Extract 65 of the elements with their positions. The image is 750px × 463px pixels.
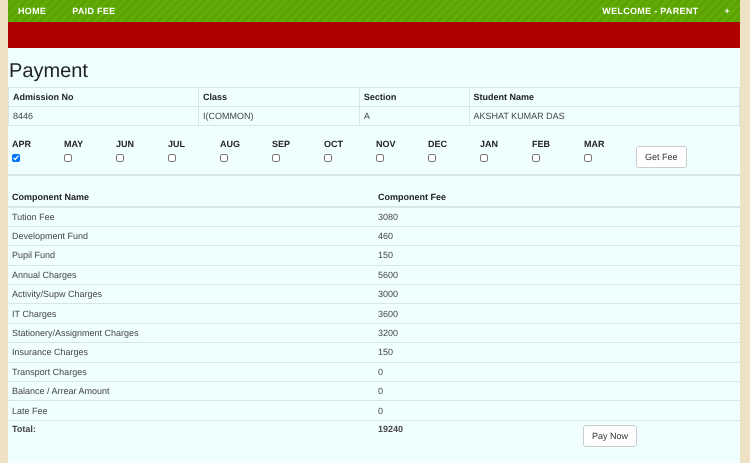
month-checkbox[interactable] — [220, 154, 228, 162]
total-amount: 19240 — [374, 420, 579, 450]
month-checkbox[interactable] — [532, 154, 540, 162]
table-cell: 0 — [374, 400, 579, 420]
month-label: FEB — [532, 139, 551, 149]
month-label: JUN — [116, 139, 136, 149]
table-cell: 460 — [374, 226, 579, 246]
month-checkbox[interactable] — [168, 154, 176, 162]
column-header: Component Name — [8, 188, 374, 207]
table-cell: 3200 — [374, 323, 579, 343]
month-checkbox[interactable] — [376, 154, 384, 162]
table-cell: 150 — [374, 342, 579, 362]
table-cell: 5600 — [374, 265, 579, 285]
table-cell: Balance / Arrear Amount — [8, 382, 374, 401]
table-cell: Annual Charges — [8, 265, 374, 285]
table-cell: 150 — [374, 246, 579, 266]
get-fee-button[interactable]: Get Fee — [636, 146, 687, 168]
pay-now-button[interactable]: Pay Now — [582, 424, 637, 447]
month-label: AUG — [220, 139, 241, 149]
table-cell: 3080 — [374, 207, 579, 226]
welcome-link[interactable]: WELCOME - PARENT — [602, 6, 698, 16]
table-cell: Late Fee — [8, 400, 374, 420]
month-label: SEP — [272, 139, 292, 149]
month-label: APR — [12, 139, 32, 149]
column-header: Class — [198, 88, 360, 106]
table-cell: Tution Fee — [8, 207, 374, 226]
table-cell: 3600 — [374, 304, 579, 324]
column-header: Section — [359, 88, 469, 106]
month-label: MAR — [584, 139, 606, 149]
table-cell: 8446 — [8, 106, 199, 126]
table-cell: Transport Charges — [8, 362, 374, 382]
table-cell: Insurance Charges — [8, 342, 374, 362]
month-checkbox[interactable] — [584, 154, 592, 162]
month-checkbox[interactable] — [116, 154, 124, 162]
expand-toggle[interactable]: + — [724, 6, 730, 16]
month-label: NOV — [376, 139, 397, 149]
month-checkbox[interactable] — [480, 154, 488, 162]
month-label: JUL — [168, 139, 186, 149]
table-cell: 3000 — [374, 284, 579, 304]
table-cell: Stationery/Assignment Charges — [8, 323, 374, 343]
month-checkbox[interactable] — [12, 154, 20, 162]
table-cell: I(COMMON) — [198, 106, 360, 126]
table-cell: AKSHAT KUMAR DAS — [469, 106, 740, 126]
table-cell: Activity/Supw Charges — [8, 284, 374, 304]
table-cell: IT Charges — [8, 304, 374, 324]
month-label: JAN — [480, 139, 500, 149]
total-label: Total: — [8, 420, 374, 450]
column-header: Admission No — [8, 88, 199, 106]
month-checkbox[interactable] — [272, 154, 280, 162]
table-cell: 0 — [374, 382, 579, 401]
table-cell: 0 — [374, 362, 579, 382]
nav-link[interactable]: PAID FEE — [72, 6, 116, 16]
month-label: OCT — [324, 139, 344, 149]
month-checkbox[interactable] — [64, 154, 72, 162]
column-header: Student Name — [469, 88, 740, 106]
table-cell: Pupil Fund — [8, 246, 374, 266]
month-label: DEC — [428, 139, 448, 149]
nav-link[interactable]: HOME — [18, 6, 46, 16]
month-checkbox[interactable] — [324, 154, 332, 162]
month-label: MAY — [64, 139, 84, 149]
column-header: Component Fee — [374, 188, 579, 207]
month-checkbox[interactable] — [428, 154, 436, 162]
table-cell: Development Fund — [8, 226, 374, 246]
page-title: Payment — [9, 60, 89, 83]
table-cell: A — [359, 106, 469, 126]
